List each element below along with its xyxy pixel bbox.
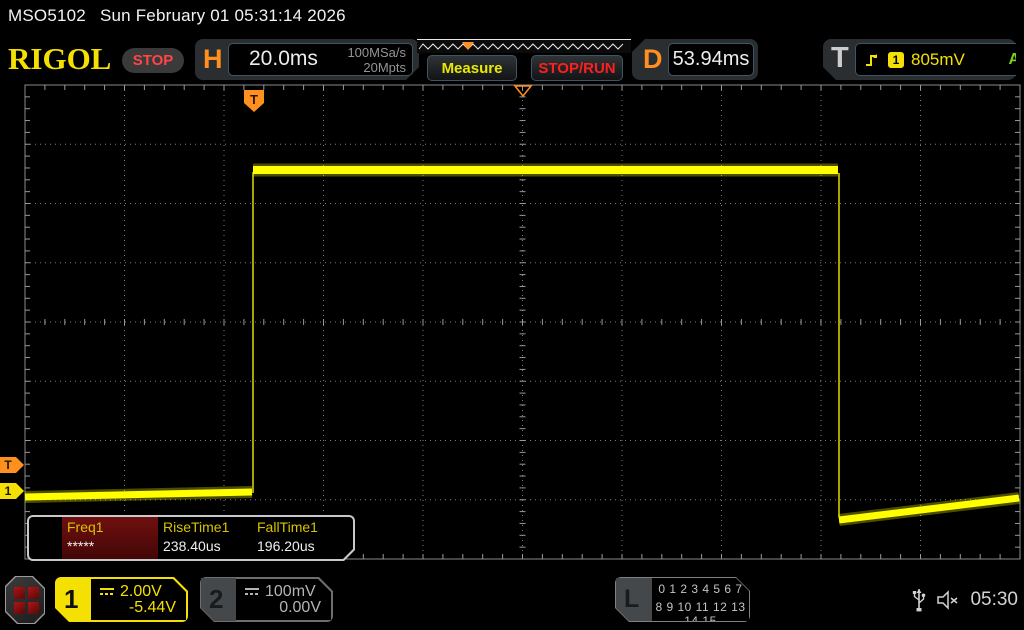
waveform-trace-ch1: [25, 492, 252, 497]
dc-coupling-icon: [244, 587, 260, 597]
measurement-item-freq[interactable]: Freq1 *****: [67, 519, 162, 554]
channel-1-panel: 2.00V -5.44V: [91, 579, 186, 620]
clock-text[interactable]: 05:30: [970, 589, 1018, 611]
trigger-label: T: [831, 42, 849, 75]
channel-2-offset: 0.00V: [279, 599, 321, 617]
channel-1-offset: -5.44V: [129, 599, 176, 617]
oscilloscope-screen: T T 1 MSO5102 Sun February 01 05:31:14 2026…: [0, 0, 1024, 630]
measurement-label: FallTime1: [257, 519, 352, 535]
channel-2-block[interactable]: 2 100mV 0.00V: [200, 577, 333, 622]
usb-icon: [912, 586, 926, 614]
trigger-block[interactable]: T 1 805mV A: [823, 39, 1016, 80]
sound-muted-icon[interactable]: [936, 590, 960, 610]
delay-label: D: [643, 44, 663, 75]
channel-1-zero-marker-glyph: 1: [5, 484, 12, 498]
waveform-trace-ch1: [839, 498, 1019, 520]
channel-2-panel: 100mV 0.00V: [236, 579, 331, 620]
measurement-item-falltime[interactable]: FallTime1 196.20us: [257, 519, 352, 554]
measurement-results-box[interactable]: Freq1 ***** RiseTime1 238.40us FallTime1…: [27, 515, 355, 561]
timebase-panel: 20.0ms 100MSa/s 20Mpts: [228, 43, 413, 76]
digital-channels-panel: 0 1 2 3 4 5 6 7 8 9 10 11 12 13 14 15: [652, 578, 749, 621]
channel-2-number: 2: [209, 584, 223, 615]
measurement-results-inner: Freq1 ***** RiseTime1 238.40us FallTime1…: [29, 517, 353, 559]
channel-1-zero-marker[interactable]: [0, 483, 24, 499]
measure-button[interactable]: Measure: [427, 55, 517, 81]
main-menu-button[interactable]: [5, 576, 45, 624]
trigger-source-badge: 1: [888, 52, 904, 68]
memory-waveform-icon: [417, 40, 631, 53]
measurement-item-risetime[interactable]: RiseTime1 238.40us: [163, 519, 258, 554]
datetime-text: Sun February 01 05:31:14 2026: [100, 6, 346, 25]
measurement-value: 196.20us: [257, 538, 352, 554]
trigger-level-value: 805mV: [911, 50, 965, 70]
stop-run-button[interactable]: STOP/RUN: [531, 55, 623, 81]
run-state-indicator: STOP: [122, 48, 184, 73]
timebase-value: 20.0ms: [249, 47, 318, 71]
delay-value: 53.94ms: [668, 43, 754, 76]
title-bar: MSO5102 Sun February 01 05:31:14 2026: [8, 6, 346, 26]
trigger-level-marker-glyph: T: [4, 458, 12, 472]
trigger-position-glyph: T: [250, 92, 258, 107]
model-name: MSO5102: [8, 6, 86, 25]
measurement-value: *****: [67, 538, 162, 554]
horizontal-timebase-block[interactable]: H 20.0ms 100MSa/s 20Mpts: [195, 39, 419, 80]
memory-trigger-pointer: [462, 42, 474, 50]
logic-label: L: [624, 585, 639, 614]
sample-rate-text: 100MSa/s 20Mpts: [347, 45, 406, 75]
channel-1-number: 1: [64, 584, 78, 615]
memory-zigzag: [419, 44, 623, 49]
digital-channels-row1: 0 1 2 3 4 5 6 7: [652, 582, 749, 596]
measurement-label: Freq1: [67, 519, 162, 535]
dc-coupling-icon: [99, 587, 115, 597]
measurement-value: 238.40us: [163, 538, 258, 554]
delay-block[interactable]: D 53.94ms: [632, 39, 758, 80]
logic-analyzer-block[interactable]: L 0 1 2 3 4 5 6 7 8 9 10 11 12 13 14 15: [615, 577, 750, 622]
menu-icon: [6, 577, 44, 623]
measurement-label: RiseTime1: [163, 519, 258, 535]
rigol-logo: RIGOL: [8, 41, 111, 77]
trigger-slope-icon: [864, 51, 881, 68]
trigger-panel: 1 805mV A: [855, 43, 1024, 76]
memory-position-bar[interactable]: [417, 39, 631, 53]
channel-1-block[interactable]: 1 2.00V -5.44V: [55, 577, 188, 622]
horizontal-label: H: [203, 44, 223, 75]
